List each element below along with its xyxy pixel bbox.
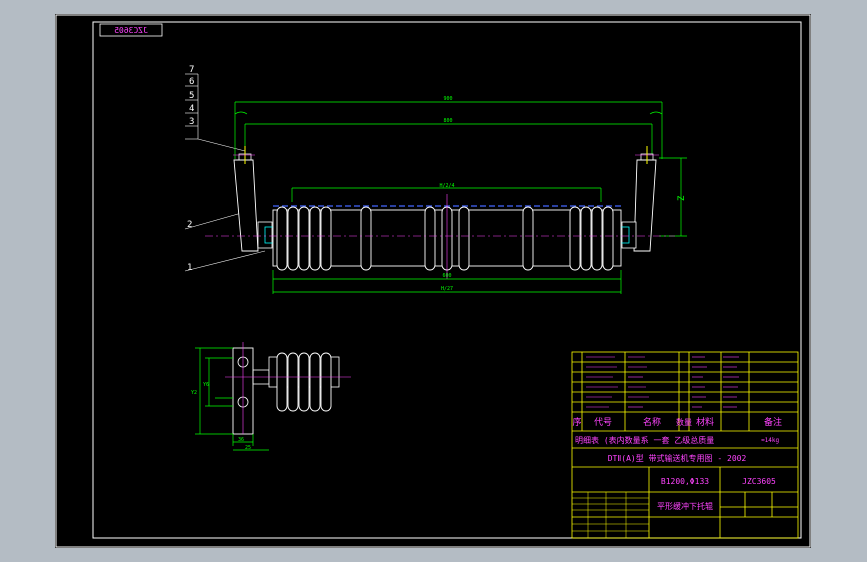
dim-overall: 900: [443, 96, 452, 102]
drawing-code: JZC3605: [742, 477, 776, 486]
detail-dim-4: 25: [245, 445, 251, 451]
detail-dim-3: 36: [238, 437, 244, 443]
header-qty: 数量: [676, 417, 692, 427]
summary-line: 明细表 (表内数量系 一套 乙级总质量: [575, 435, 714, 445]
detail-view: Y2 Y6 36 25: [191, 342, 351, 451]
dim-height: Z: [677, 195, 687, 201]
mirrored-code-text: JZC3605: [114, 26, 148, 35]
roller-assembly: [205, 194, 675, 279]
callout-4: 4: [189, 104, 194, 114]
detail-dim-2: Y6: [203, 382, 209, 388]
drawing-sheet: JZC3605 7 6 5 4 3 2 1 900 800 Z H/2/4 60…: [55, 14, 811, 548]
right-bracket: [633, 146, 659, 252]
summary-mass: ≈14kg: [761, 437, 779, 444]
title-block: 序 代号 名称 材料 数量 备注 明细表 (表内数量系 一套 乙级总质量 ≈14…: [571, 351, 799, 539]
callout-numbers: 7 6 5 4 3 2 1: [187, 65, 194, 273]
spec: B1200,Φ133: [661, 477, 709, 486]
dim-roller: H/2/4: [439, 183, 454, 189]
callout-3: 3: [189, 117, 194, 127]
header-material: 材料: [696, 416, 714, 428]
roller-top-dimension: [291, 187, 602, 202]
dim-span: 800: [443, 118, 452, 124]
drawing-name: 平形缓冲下托辊: [657, 501, 713, 511]
cad-viewport: JZC3605 7 6 5 4 3 2 1 900 800 Z H/2/4 60…: [0, 0, 867, 562]
subtitle: DTⅡ(A)型 带式输送机专用图 - 2002: [608, 453, 747, 463]
dim-600: 600: [442, 273, 451, 279]
left-bracket: [233, 146, 259, 252]
header-seq: 序: [572, 416, 581, 428]
mirrored-code-box: JZC3605: [99, 23, 163, 37]
callout-1: 1: [187, 263, 192, 273]
header-name: 名称: [643, 416, 661, 428]
header-code: 代号: [594, 417, 612, 428]
cad-drawing: JZC3605 7 6 5 4 3 2 1 900 800 Z H/2/4 60…: [55, 14, 811, 548]
top-dimensions: [234, 101, 663, 159]
callout-5: 5: [189, 91, 194, 101]
callout-2: 2: [187, 220, 192, 230]
callout-6: 6: [189, 77, 194, 87]
detail-dim-1: Y2: [191, 390, 197, 396]
callout-7: 7: [189, 65, 194, 75]
dim-h27: H/27: [441, 286, 453, 292]
header-note: 备注: [764, 416, 782, 428]
